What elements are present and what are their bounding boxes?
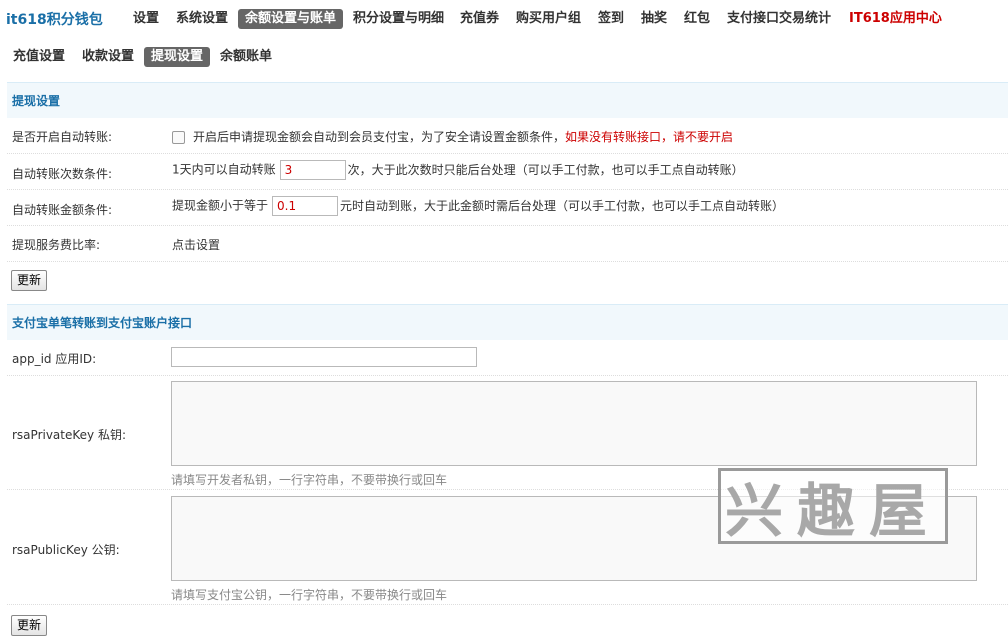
nav-recharge-coupon[interactable]: 充值券 xyxy=(460,9,499,29)
auto-transfer-checkbox[interactable] xyxy=(172,131,185,144)
subnav-balance-bill[interactable]: 余额账单 xyxy=(220,47,272,67)
subnav-recharge-settings[interactable]: 充值设置 xyxy=(13,47,65,67)
service-fee-link[interactable]: 点击设置 xyxy=(172,236,220,253)
transfer-count-content: 1天内可以自动转账 3 次，大于此次数时只能后台处理（可以手工付款，也可以手工点自动… xyxy=(172,160,744,180)
nav-balance-settings[interactable]: 余额设置与账单 xyxy=(238,9,344,29)
nav-points-settings[interactable]: 积分设置与明细 xyxy=(353,9,444,29)
auto-transfer-desc: 开启后申请提现金额会自动到会员支付宝，为了安全请设置金额条件， xyxy=(193,130,566,144)
transfer-amount-row: 自动转账金额条件: 提现金额小于等于 0.1 元时自动到账，大于此金额时需后台处理（… xyxy=(7,190,1008,226)
alipay-section-title: 支付宝单笔转账到支付宝账户接口 xyxy=(7,304,1008,340)
transfer-count-prefix: 1天内可以自动转账 xyxy=(172,162,276,177)
service-fee-row: 提现服务费比率: 点击设置 xyxy=(7,226,1008,262)
auto-transfer-warning: 如果没有转账接口，请不要开启 xyxy=(565,130,734,144)
app-id-row: app_id 应用ID: xyxy=(7,340,1008,376)
subnav-payment-settings[interactable]: 收款设置 xyxy=(82,47,134,67)
nav-checkin[interactable]: 签到 xyxy=(598,9,624,29)
transfer-amount-prefix: 提现金额小于等于 xyxy=(172,198,269,213)
subnav-withdraw-settings[interactable]: 提现设置 xyxy=(144,47,211,67)
nav-settings[interactable]: 设置 xyxy=(133,9,159,29)
transfer-amount-label: 自动转账金额条件: xyxy=(12,203,113,217)
app-id-input[interactable] xyxy=(171,347,477,367)
transfer-count-label: 自动转账次数条件: xyxy=(12,167,113,181)
transfer-amount-input[interactable]: 0.1 xyxy=(272,196,339,216)
app-id-label: app_id 应用ID: xyxy=(12,352,97,366)
public-key-label: rsaPublicKey 公钥: xyxy=(12,543,120,557)
nav-app-center[interactable]: IT618应用中心 xyxy=(849,9,942,29)
withdraw-update-button[interactable]: 更新 xyxy=(11,270,48,291)
private-key-label: rsaPrivateKey 私钥: xyxy=(12,428,126,442)
private-key-hint: 请填写开发者私钥，一行字符串，不要带换行或回车 xyxy=(171,473,448,487)
transfer-count-suffix: 次，大于此次数时只能后台处理（可以手工付款，也可以手工点自动转账） xyxy=(347,162,744,177)
transfer-count-input[interactable]: 3 xyxy=(279,160,346,180)
nav-buy-usergroup[interactable]: 购买用户组 xyxy=(516,9,581,29)
auto-transfer-content: 开启后申请提现金额会自动到会员支付宝，为了安全请设置金额条件，如果没有转账接口，… xyxy=(172,128,733,145)
withdraw-section-title: 提现设置 xyxy=(7,82,1008,118)
nav-lottery[interactable]: 抽奖 xyxy=(641,9,667,29)
transfer-amount-suffix: 元时自动到账，大于此金额时需后台处理（可以手工付款，也可以手工点自动转账） xyxy=(340,198,785,213)
alipay-update-button[interactable]: 更新 xyxy=(11,615,48,636)
private-key-textarea[interactable] xyxy=(171,381,977,466)
auto-transfer-row: 是否开启自动转账: 开启后申请提现金额会自动到会员支付宝，为了安全请设置金额条件… xyxy=(7,118,1008,154)
watermark-logo: 兴趣屋 xyxy=(718,468,948,545)
auto-transfer-label: 是否开启自动转账: xyxy=(12,130,113,144)
top-nav: it618积分钱包 设置 系统设置 余额设置与账单 积分设置与明细 充值券 购买… xyxy=(0,0,1008,38)
transfer-amount-content: 提现金额小于等于 0.1 元时自动到账，大于此金额时需后台处理（可以手工付款，也可以… xyxy=(172,196,784,216)
nav-system-settings[interactable]: 系统设置 xyxy=(176,9,228,29)
public-key-hint: 请填写支付宝公钥，一行字符串，不要带换行或回车 xyxy=(171,588,448,602)
sub-nav: 充值设置 收款设置 提现设置 余额账单 xyxy=(0,47,1008,69)
transfer-count-row: 自动转账次数条件: 1天内可以自动转账 3 次，大于此次数时只能后台处理（可以手工付… xyxy=(7,154,1008,190)
service-fee-label: 提现服务费比率: xyxy=(12,238,101,252)
nav-red-packet[interactable]: 红包 xyxy=(684,9,710,29)
brand-logo[interactable]: it618积分钱包 xyxy=(6,9,103,29)
nav-payment-stats[interactable]: 支付接口交易统计 xyxy=(727,9,831,29)
